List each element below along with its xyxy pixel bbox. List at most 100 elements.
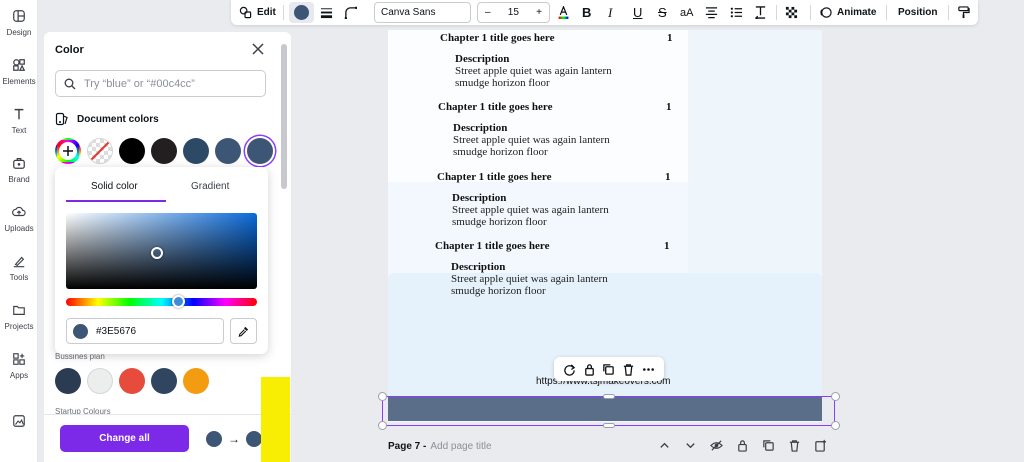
rail-item-apps[interactable]: Apps	[0, 352, 38, 380]
toc-page-number[interactable]: 1	[665, 171, 671, 183]
doc-color-swatch[interactable]	[119, 138, 145, 164]
doc-color-swatch[interactable]	[215, 138, 241, 164]
tab-solid-color[interactable]: Solid color	[91, 181, 138, 192]
toc-page-number[interactable]: 1	[664, 240, 670, 252]
toc-desc-line: Street apple quiet was again lantern	[452, 204, 609, 216]
rail-item-brand[interactable]: Brand	[0, 156, 38, 184]
toc-description[interactable]: Street apple quiet was again lantern smud…	[451, 273, 651, 297]
saturation-handle[interactable]	[151, 247, 163, 259]
toc-description[interactable]: Street apple quiet was again lantern smud…	[453, 134, 653, 158]
add-page-title[interactable]: Add page title	[430, 441, 491, 452]
trash-icon[interactable]	[622, 363, 635, 376]
duplicate-page-icon[interactable]	[762, 439, 775, 452]
chevron-down-icon[interactable]	[684, 439, 697, 452]
transparency-button[interactable]	[785, 0, 798, 25]
active-tab-indicator	[66, 200, 166, 202]
rail-item-elements[interactable]: Elements	[0, 58, 38, 86]
toc-description-heading[interactable]: Description	[453, 122, 507, 134]
toc-description-heading[interactable]: Description	[451, 261, 505, 273]
hue-slider[interactable]	[66, 298, 257, 306]
position-button[interactable]: Position	[898, 0, 937, 25]
toc-chapter-title[interactable]: Chapter 1 title goes here	[435, 240, 549, 252]
resize-handle[interactable]	[603, 394, 615, 399]
underline-button[interactable]: U	[633, 0, 642, 25]
rail-item-text[interactable]: Text	[0, 107, 38, 135]
tab-gradient[interactable]: Gradient	[191, 181, 229, 192]
page-number-label: Page 7 -	[388, 440, 427, 452]
transparent-swatch[interactable]	[87, 138, 113, 164]
letter-case-button[interactable]: aA	[680, 0, 693, 25]
toc-chapter-title[interactable]: Chapter 1 title goes here	[438, 101, 552, 113]
palette-swatch[interactable]	[119, 368, 145, 394]
animate-icon	[820, 7, 832, 18]
shape-color-button[interactable]	[289, 2, 314, 23]
hex-value[interactable]: #3E5676	[96, 326, 136, 337]
toc-description[interactable]: Street apple quiet was again lantern smud…	[452, 204, 652, 228]
eyedropper-button[interactable]	[230, 318, 257, 344]
italic-button[interactable]: I	[608, 0, 612, 25]
add-color-button[interactable]	[55, 138, 81, 164]
corner-rounding-button[interactable]	[344, 0, 357, 25]
page-footer: Page 7 - Add page title	[388, 437, 828, 455]
toc-page-number[interactable]: 1	[667, 32, 673, 44]
toc-description[interactable]: Street apple quiet was again lantern smud…	[455, 65, 655, 89]
doc-color-swatch[interactable]	[183, 138, 209, 164]
font-size-value[interactable]: 15	[508, 7, 519, 18]
change-all-button[interactable]: Change all	[60, 425, 189, 452]
spacing-button[interactable]	[754, 0, 767, 25]
animate-button[interactable]: Animate	[819, 0, 876, 25]
border-style-button[interactable]	[320, 0, 333, 25]
resize-handle[interactable]	[378, 421, 387, 430]
more-icon[interactable]	[642, 363, 655, 376]
resize-handle[interactable]	[831, 392, 840, 401]
rail-label-projects: Projects	[4, 322, 34, 331]
toc-chapter-title[interactable]: Chapter 1 title goes here	[437, 171, 551, 183]
toc-chapter-title[interactable]: Chapter 1 title goes here	[440, 32, 554, 44]
resize-handle[interactable]	[603, 423, 615, 428]
hex-input[interactable]: #3E5676	[66, 318, 224, 344]
palette-swatch[interactable]	[183, 368, 209, 394]
edit-button[interactable]: Edit	[239, 0, 276, 25]
corner-rounding-icon	[344, 6, 357, 19]
hide-page-icon[interactable]	[710, 439, 723, 452]
add-page-icon[interactable]	[814, 439, 827, 452]
lock-icon[interactable]	[583, 363, 596, 376]
doc-color-swatch[interactable]	[151, 138, 177, 164]
resize-handle[interactable]	[831, 421, 840, 430]
color-change-preview: →	[206, 431, 262, 447]
doc-color-swatch-selected[interactable]	[247, 138, 273, 164]
color-search-input[interactable]	[84, 77, 254, 90]
chevron-up-icon[interactable]	[658, 439, 671, 452]
toc-description-heading[interactable]: Description	[452, 192, 506, 204]
toc-page-number[interactable]: 1	[666, 101, 672, 113]
close-icon[interactable]	[251, 42, 265, 56]
rail-item-tools[interactable]: Tools	[0, 254, 38, 282]
resize-handle[interactable]	[378, 392, 387, 401]
rail-label-uploads: Uploads	[4, 224, 34, 233]
align-button[interactable]	[705, 0, 718, 25]
plus-icon	[63, 146, 73, 156]
rotate-icon[interactable]	[563, 363, 576, 376]
duplicate-icon[interactable]	[602, 363, 615, 376]
toc-description-heading[interactable]: Description	[455, 53, 509, 65]
font-size-decrease[interactable]: –	[485, 7, 491, 18]
palette-swatch[interactable]	[87, 368, 113, 394]
rail-item-uploads[interactable]: Uploads	[0, 205, 38, 233]
strikethrough-button[interactable]: S	[658, 0, 667, 25]
palette-swatch[interactable]	[55, 368, 81, 394]
hue-handle[interactable]	[172, 295, 185, 308]
palette-swatch[interactable]	[151, 368, 177, 394]
copy-style-button[interactable]	[957, 0, 970, 25]
font-family-select[interactable]: Canva Sans	[374, 2, 471, 23]
panel-scrollbar[interactable]	[281, 44, 287, 189]
rail-item-projects[interactable]: Projects	[0, 303, 38, 331]
rail-item-design[interactable]: Design	[0, 9, 38, 37]
bold-button[interactable]: B	[582, 0, 591, 25]
font-size-increase[interactable]: +	[536, 7, 542, 18]
rail-item-magic-media[interactable]	[0, 414, 38, 433]
lock-page-icon[interactable]	[736, 439, 749, 452]
toolbar-divider	[810, 5, 811, 20]
list-button[interactable]	[730, 0, 743, 25]
delete-page-icon[interactable]	[788, 439, 801, 452]
text-color-button[interactable]	[557, 0, 570, 25]
